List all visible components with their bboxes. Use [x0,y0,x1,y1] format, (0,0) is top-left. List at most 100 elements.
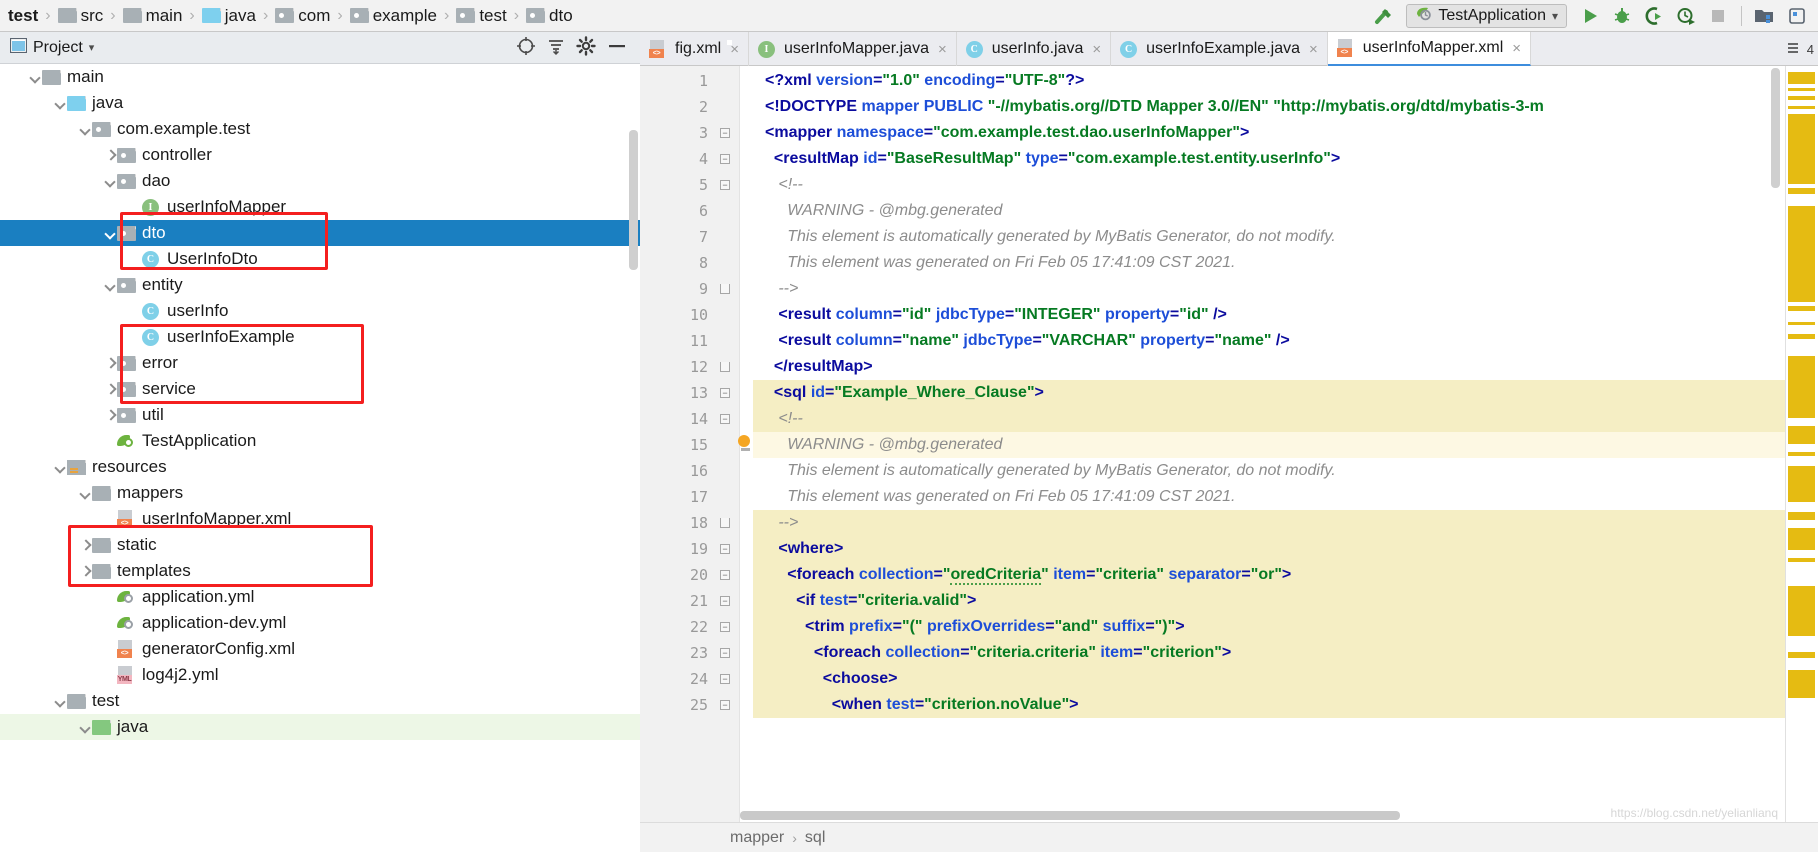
tree-node-userinfoexample[interactable]: CuserInfoExample [0,324,640,350]
run-configuration-selector[interactable]: TestApplication ▾ [1406,4,1567,28]
hide-panel-icon[interactable] [606,36,636,61]
code-fold-minus-icon[interactable]: − [718,588,732,614]
stripe-warning-marker[interactable] [1788,88,1815,91]
code-fold-end-icon[interactable] [718,354,732,380]
chevron-down-icon[interactable]: ▾ [89,41,95,54]
debug-icon[interactable] [1607,2,1637,30]
chevron-down-icon[interactable] [53,694,67,708]
chevron-down-icon[interactable] [103,278,117,292]
stripe-warning-marker[interactable] [1788,558,1815,562]
code-content[interactable]: 1 <?xml version="1.0" encoding="UTF-8"?> 2… [640,66,1818,852]
close-icon[interactable]: × [1512,40,1521,57]
stripe-warning-marker[interactable] [1788,322,1815,325]
chevron-down-icon[interactable] [28,70,42,84]
tree-node-templates[interactable]: templates [0,558,640,584]
code-fold-minus-icon[interactable]: − [718,120,732,146]
project-structure-icon[interactable] [1750,2,1780,30]
code-line[interactable]: --> [753,510,1818,536]
breadcrumb-item-test[interactable]: test [454,0,508,32]
stripe-warning-marker[interactable] [1788,114,1815,184]
chevron-down-icon[interactable] [78,122,92,136]
stripe-warning-marker[interactable] [1788,512,1815,520]
code-line[interactable]: <!DOCTYPE mapper PUBLIC "-//mybatis.org/… [753,94,1818,120]
code-fold-minus-icon[interactable]: − [718,172,732,198]
breadcrumb-item-test[interactable]: test [4,0,40,32]
tree-node-test[interactable]: test [0,688,640,714]
tree-node-entity[interactable]: entity [0,272,640,298]
stripe-warning-marker[interactable] [1788,96,1815,100]
code-editor[interactable]: 1 <?xml version="1.0" encoding="UTF-8"?> 2… [640,66,1818,852]
editor-vertical-scrollbar[interactable] [1771,68,1780,188]
breadcrumb-item-example[interactable]: example [348,0,439,32]
stripe-warning-marker[interactable] [1788,528,1815,550]
tree-node-userinfomapper-xml[interactable]: <> userInfoMapper.xml [0,506,640,532]
error-stripe-markers[interactable] [1785,66,1818,852]
editor-tabs[interactable]: <> fig.xml × IuserInfoMapper.java × CuserInfo… [640,32,1818,66]
code-fold-end-icon[interactable] [718,276,732,302]
chevron-right-icon[interactable] [78,538,92,552]
tree-node-userinfomapper[interactable]: IuserInfoMapper [0,194,640,220]
code-line[interactable]: WARNING - @mbg.generated [753,198,1818,224]
tree-node-application-yml[interactable]: application.yml [0,584,640,610]
code-line[interactable]: This element was generated on Fri Feb 05… [753,250,1818,276]
chevron-right-icon[interactable] [103,148,117,162]
chevron-down-icon[interactable] [53,96,67,110]
editor-breadcrumb[interactable]: mapper › sql [640,822,1818,852]
tree-node-log4j2-yml[interactable]: YML log4j2.yml [0,662,640,688]
split-icon[interactable] [1787,41,1803,58]
close-icon[interactable]: × [938,41,947,58]
stripe-warning-marker[interactable] [1788,306,1815,311]
code-line[interactable]: This element is automatically generated … [753,224,1818,250]
collapse-all-icon[interactable] [546,36,566,61]
editor-tab-userinfomapper-java[interactable]: IuserInfoMapper.java × [749,32,957,66]
editor-horizontal-scrollbar[interactable] [740,811,1400,820]
code-line[interactable]: </resultMap> [753,354,1818,380]
code-line[interactable]: <choose> [753,666,1818,692]
stripe-warning-marker[interactable] [1788,452,1815,456]
code-line[interactable]: <result column="name" jdbcType="VARCHAR"… [753,328,1818,354]
chevron-down-icon[interactable] [103,226,117,240]
tree-node-java[interactable]: java [0,90,640,116]
stripe-warning-marker[interactable] [1788,670,1815,698]
tree-node-main[interactable]: main [0,64,640,90]
code-line[interactable]: <result column="id" jdbcType="INTEGER" p… [753,302,1818,328]
run-icon[interactable] [1575,2,1605,30]
chevron-down-icon[interactable]: ▾ [1552,9,1558,23]
breadcrumb-item-com[interactable]: com [273,0,332,32]
tree-scrollbar[interactable] [629,130,638,270]
chevron-down-icon[interactable] [78,720,92,734]
chevron-right-icon[interactable] [103,382,117,396]
code-fold-minus-icon[interactable]: − [718,536,732,562]
code-line[interactable]: <when test="criterion.noValue"> [753,692,1818,718]
tree-node-generatorconfig-xml[interactable]: <> generatorConfig.xml [0,636,640,662]
chevron-right-icon[interactable] [103,356,117,370]
chevron-down-icon[interactable] [53,460,67,474]
editor-tab-userinfoexample-java[interactable]: CuserInfoExample.java × [1111,32,1328,66]
code-line[interactable]: <sql id="Example_Where_Clause"> [753,380,1818,406]
close-icon[interactable]: × [1092,41,1101,58]
code-line[interactable]: <!-- [753,172,1818,198]
code-fold-minus-icon[interactable]: − [718,666,732,692]
tree-node-service[interactable]: service [0,376,640,402]
code-line[interactable]: <mapper namespace="com.example.test.dao.… [753,120,1818,146]
chevron-down-icon[interactable] [103,174,117,188]
tree-node-util[interactable]: util [0,402,640,428]
stripe-warning-marker[interactable] [1788,426,1815,444]
code-line[interactable]: <if test="criteria.valid"> [753,588,1818,614]
tree-node-resources[interactable]: resources [0,454,640,480]
breadcrumb-item-java[interactable]: java [200,0,258,32]
code-line[interactable]: WARNING - @mbg.generated [753,432,1818,458]
stripe-warning-marker[interactable] [1788,188,1815,194]
code-line[interactable]: <resultMap id="BaseResultMap" type="com.… [753,146,1818,172]
intention-bulb-icon[interactable] [738,435,753,453]
hammer-icon[interactable] [1368,2,1398,30]
code-fold-minus-icon[interactable]: − [718,406,732,432]
code-fold-minus-icon[interactable]: − [718,380,732,406]
chevron-down-icon[interactable] [78,486,92,500]
editor-breadcrumb-item-mapper[interactable]: mapper [730,829,784,847]
tree-node-com-example-test[interactable]: com.example.test [0,116,640,142]
breadcrumb-item-dto[interactable]: dto [524,0,575,32]
code-fold-end-icon[interactable] [718,510,732,536]
stripe-warning-marker[interactable] [1788,106,1815,109]
tree-node-controller[interactable]: controller [0,142,640,168]
